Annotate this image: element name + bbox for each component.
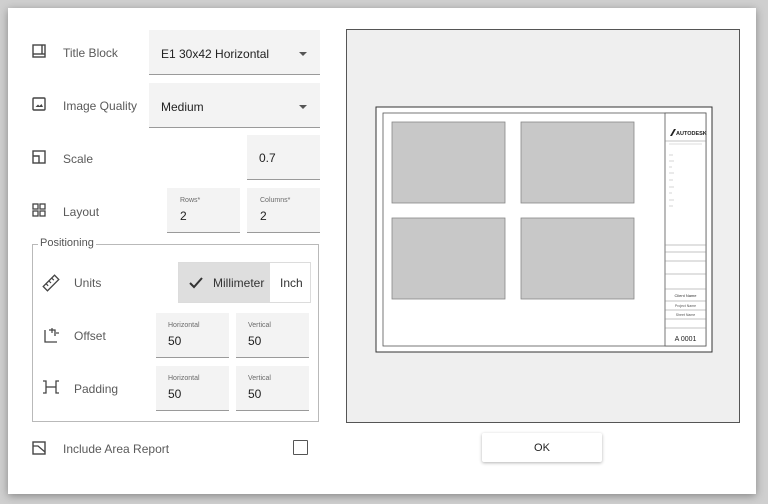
columns-label: Columns*: [260, 197, 291, 204]
padding-horizontal-value: 50: [168, 387, 182, 401]
chevron-down-icon: [299, 52, 307, 56]
sheet-preview: AUTODESK Client Name Project Name Sheet …: [375, 106, 713, 353]
ruler-icon: [42, 274, 60, 292]
sheet-number-text: A 0001: [675, 336, 697, 343]
padding-horizontal-label: Horizontal: [168, 375, 200, 382]
grid-icon: [32, 203, 46, 217]
padding-horizontal-input[interactable]: Horizontal 50: [156, 366, 229, 411]
unit-option-millimeter[interactable]: Millimeter: [179, 263, 270, 302]
columns-value: 2: [260, 209, 267, 223]
preview-panel: AUTODESK Client Name Project Name Sheet …: [346, 29, 740, 423]
check-icon: [189, 276, 203, 294]
area-report-checkbox[interactable]: [293, 440, 308, 455]
inch-label: Inch: [280, 276, 303, 290]
padding-vertical-value: 50: [248, 387, 262, 401]
viewport-2: [520, 121, 635, 204]
offset-horizontal-value: 50: [168, 334, 182, 348]
rows-label: Rows*: [180, 197, 201, 204]
millimeter-label: Millimeter: [213, 276, 265, 290]
title-block-strip: [664, 112, 707, 347]
scale-value: 0.7: [259, 151, 276, 165]
columns-input[interactable]: Columns* 2: [247, 188, 320, 233]
title-block-icon: [32, 44, 46, 58]
ok-button[interactable]: OK: [482, 433, 602, 462]
dialog: Title Block E1 30x42 Horizontal Image Qu…: [8, 8, 756, 494]
title-block-label: Title Block: [63, 46, 118, 60]
image-quality-select[interactable]: Medium: [149, 83, 320, 128]
layout-label: Layout: [63, 205, 100, 219]
title-block-value: E1 30x42 Horizontal: [161, 47, 270, 61]
offset-horizontal-input[interactable]: Horizontal 50: [156, 313, 229, 358]
padding-vertical-input[interactable]: Vertical 50: [236, 366, 309, 411]
padding-vertical-label: Vertical: [248, 375, 271, 382]
viewport-4: [520, 217, 635, 300]
image-quality-label: Image Quality: [63, 99, 138, 113]
positioning-legend: Positioning: [38, 237, 96, 249]
title-block-select[interactable]: E1 30x42 Horizontal: [149, 30, 320, 75]
viewport-3: [391, 217, 506, 300]
brand-text: AUTODESK: [676, 131, 707, 137]
scale-label: Scale: [63, 152, 94, 166]
units-toggle: Millimeter Inch: [178, 262, 311, 303]
scale-input[interactable]: 0.7: [247, 135, 320, 180]
rows-input[interactable]: Rows* 2: [167, 188, 240, 233]
unit-option-inch[interactable]: Inch: [270, 263, 310, 302]
padding-label: Padding: [74, 382, 119, 396]
project-name-text: Project Name: [675, 304, 696, 308]
image-quality-value: Medium: [161, 100, 204, 114]
area-report-label: Include Area Report: [63, 442, 170, 456]
chevron-down-icon: [299, 105, 307, 109]
units-label: Units: [74, 276, 102, 290]
rows-value: 2: [180, 209, 187, 223]
scale-icon: [32, 150, 46, 164]
image-icon: [32, 97, 46, 111]
offset-icon: [44, 327, 60, 343]
offset-vertical-label: Vertical: [248, 322, 271, 329]
offset-horizontal-label: Horizontal: [168, 322, 200, 329]
offset-vertical-input[interactable]: Vertical 50: [236, 313, 309, 358]
area-report-icon: [32, 441, 46, 455]
sheet-name-text: Sheet Name: [676, 313, 696, 317]
padding-icon: [42, 380, 60, 394]
offset-vertical-value: 50: [248, 334, 262, 348]
client-name-text: Client Name: [674, 293, 697, 298]
offset-label: Offset: [74, 329, 106, 343]
viewport-1: [391, 121, 506, 204]
